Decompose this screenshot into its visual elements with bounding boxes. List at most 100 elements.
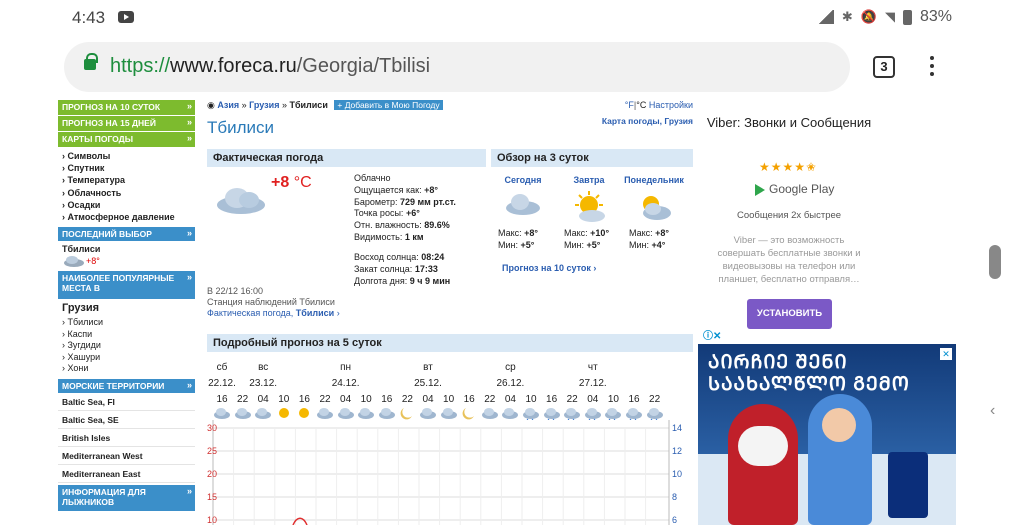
forecast-weekday: ср <box>505 362 516 373</box>
sea-link[interactable]: Mediterranean West <box>58 447 195 465</box>
signal-icon <box>817 10 834 24</box>
settings-link[interactable]: Настройки <box>649 100 693 110</box>
rain-cloud-icon <box>646 408 663 420</box>
tab-switcher-button[interactable]: 3 <box>873 56 895 78</box>
cloud-icon <box>502 408 519 419</box>
current-weather-link[interactable]: Фактическая погода, Тбилиси › <box>207 308 340 319</box>
main-content: ◉ Азия » Грузия » Тбилиси + Добавить в М… <box>207 100 693 525</box>
wind-axis-label: 14 <box>672 423 682 433</box>
overflow-menu-icon[interactable] <box>928 56 936 80</box>
page-title: Тбилиси <box>207 118 275 137</box>
sun-cloud-icon <box>643 196 671 220</box>
popular-country: Грузия <box>62 302 100 315</box>
ad-banner[interactable]: ᲐᲘᲠᲩᲘᲔ ᲨᲔᲜᲘ ᲡᲐᲐᲮᲐᲚᲬᲚᲝ ᲒᲔᲛᲝ ✕ <box>698 344 956 525</box>
forecast-10-day-link[interactable]: Прогноз на 10 суток › <box>502 263 596 273</box>
ad-rating-stars: ★★★★✬ <box>759 160 818 174</box>
wind-axis-label: 10 <box>672 469 682 479</box>
forecast-hour: 16 <box>463 394 475 405</box>
nav-10-day[interactable]: ПРОГНОЗ НА 10 СУТОК <box>58 100 195 115</box>
popular-city-link[interactable]: Хони <box>62 363 191 375</box>
ad-title[interactable]: Viber: Звонки и Сообщения <box>703 114 875 132</box>
wind-axis-label: 12 <box>672 446 682 456</box>
status-icons: ✱ 🔕 ◥ 83% <box>817 8 952 26</box>
chevron-left-icon[interactable]: ‹ <box>990 402 995 420</box>
url-text[interactable]: https://www.foreca.ru/Georgia/Tbilisi <box>110 55 430 78</box>
forecast-hour: 04 <box>504 394 516 405</box>
observation-time: В 22/12 16:00 <box>207 286 264 296</box>
sea-link[interactable]: Mediterranean East <box>58 465 195 483</box>
sun-cloud-icon <box>575 191 605 222</box>
map-symbols-link[interactable]: Символы <box>62 150 191 162</box>
forecast-hour: 16 <box>381 394 393 405</box>
unit-c-label[interactable]: °C <box>636 100 646 110</box>
forecast-hour: 10 <box>525 394 537 405</box>
popular-city-link[interactable]: Тбилиси <box>62 317 191 329</box>
overview-day-tomorrow[interactable]: Завтра Макс: +10° Мин: +5° <box>556 175 622 251</box>
forecast-hour: 10 <box>278 394 290 405</box>
ad-choices-icon[interactable]: ⓘ✕ <box>703 327 721 342</box>
address-bar[interactable]: https://www.foreca.ru/Georgia/Tbilisi <box>64 42 850 92</box>
popular-city-link[interactable]: Каспи <box>62 329 191 341</box>
map-precip-link[interactable]: Осадки <box>62 199 191 211</box>
cloud-icon <box>214 408 230 419</box>
current-details: Облачно Ощущается как: +8° Барометр: 729… <box>354 173 456 242</box>
scrollbar-thumb[interactable] <box>989 245 1001 279</box>
mute-icon: 🔕 <box>860 9 877 24</box>
nav-15-day[interactable]: ПРОГНОЗ НА 15 ДНЕЙ <box>58 116 195 131</box>
pepsi-can <box>888 452 928 518</box>
forecast-date: 24.12. <box>331 378 360 389</box>
sea-link[interactable]: British Isles <box>58 429 195 447</box>
cloud-icon <box>217 188 265 214</box>
forecast-date: 25.12. <box>414 378 442 389</box>
map-satellite-link[interactable]: Спутник <box>62 162 191 174</box>
popular-header[interactable]: НАИБОЛЕЕ ПОПУЛЯРНЫЕ МЕСТА В <box>58 271 195 300</box>
rain-cloud-icon <box>584 408 601 420</box>
wind-axis-label: 6 <box>672 515 677 525</box>
map-clouds-link[interactable]: Облачность <box>62 187 191 199</box>
sun-icon <box>299 408 310 418</box>
unit-f-link[interactable]: °F <box>625 100 634 110</box>
sea-header[interactable]: МОРСКИЕ ТЕРРИТОРИИ <box>58 378 195 393</box>
sea-link[interactable]: Baltic Sea, FI <box>58 393 195 411</box>
last-choice-header[interactable]: ПОСЛЕДНИЙ ВЫБОР <box>58 227 195 242</box>
popular-city-list: Тбилиси Каспи Зугдиди Хашури Хони <box>58 315 195 377</box>
map-type-list: Символы Спутник Температура Облачность О… <box>58 148 195 225</box>
nav-weather-maps[interactable]: КАРТЫ ПОГОДЫ <box>58 132 195 147</box>
forecast-weekday: пн <box>340 362 352 373</box>
youtube-icon <box>118 11 134 23</box>
last-city: Тбилиси <box>62 244 101 255</box>
overview-day-today[interactable]: Сегодня Макс: +8° Мин: +5° <box>490 175 556 251</box>
crumb-city: Тбилиси <box>289 100 328 110</box>
crumb-country[interactable]: Грузия <box>249 100 279 110</box>
overview-day-monday[interactable]: Понедельник Макс: +8° Мин: +4° <box>621 175 687 251</box>
map-temperature-link[interactable]: Температура <box>62 174 191 186</box>
forecast-hour: 10 <box>607 394 619 405</box>
popular-city-link[interactable]: Хашури <box>62 352 191 364</box>
wifi-icon: ◥ <box>884 9 895 24</box>
cloud-icon <box>358 408 375 419</box>
forecast-hour: 22 <box>484 394 496 405</box>
forecast-hour: 16 <box>546 394 558 405</box>
popular-city-link[interactable]: Зугдиди <box>62 340 191 352</box>
forecast-hour: 10 <box>443 394 455 405</box>
ski-header[interactable]: ИНФОРМАЦИЯ ДЛЯ ЛЫЖНИКОВ <box>58 484 195 511</box>
left-sidebar: ПРОГНОЗ НА 10 СУТОК ПРОГНОЗ НА 15 ДНЕЙ К… <box>58 100 195 525</box>
crumb-region[interactable]: Азия <box>217 100 239 110</box>
weather-map-link[interactable]: Карта погоды, Грузия <box>602 116 693 126</box>
forecast-hour: 16 <box>298 394 310 405</box>
rain-cloud-icon <box>543 408 560 420</box>
cloud-icon <box>337 408 354 419</box>
forecast-hour: 16 <box>216 394 228 405</box>
forecast-hour: 04 <box>422 394 434 405</box>
last-choice-item[interactable]: Тбилиси +8° <box>58 241 195 269</box>
ad-close-icon[interactable]: ✕ <box>940 348 952 360</box>
cloud-icon <box>506 194 540 215</box>
map-pressure-link[interactable]: Атмосферное давление <box>62 211 191 223</box>
rain-cloud-icon <box>523 408 539 420</box>
install-button[interactable]: УСТАНОВИТЬ <box>747 299 832 329</box>
lock-icon <box>84 53 98 70</box>
santa-beard <box>738 426 788 466</box>
battery-icon <box>902 9 912 25</box>
sea-link[interactable]: Baltic Sea, SE <box>58 411 195 429</box>
add-to-my-weather-button[interactable]: + Добавить в Мою Погоду <box>334 100 443 110</box>
